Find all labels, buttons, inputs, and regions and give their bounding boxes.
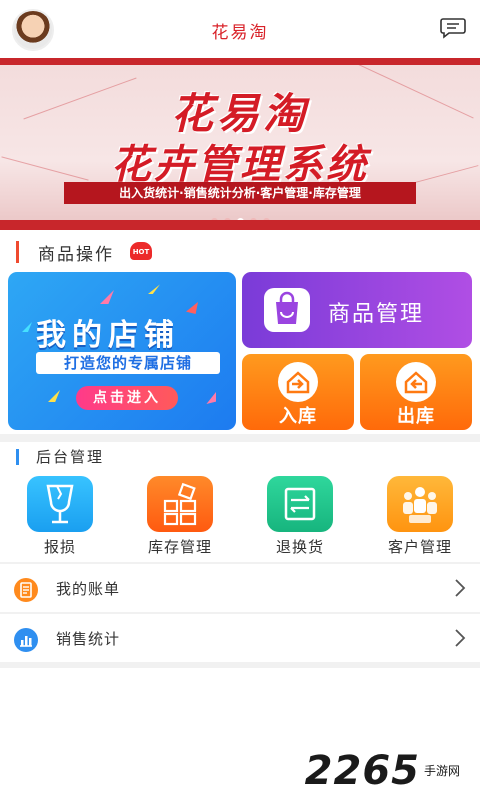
broken-glass-icon bbox=[27, 476, 93, 532]
chevron-right-icon bbox=[455, 579, 466, 597]
tool-returns[interactable]: 退换货 bbox=[254, 476, 346, 560]
exchange-icon bbox=[267, 476, 333, 532]
stock-in-icon bbox=[278, 362, 318, 402]
site-watermark: 2265 手游网 bbox=[305, 748, 472, 794]
list-item-label: 我的账单 bbox=[56, 580, 121, 598]
list-item-label: 销售统计 bbox=[56, 630, 121, 648]
tool-label: 报损 bbox=[43, 538, 76, 556]
store-card-title: 我的店铺 bbox=[36, 318, 180, 353]
grid-boxes-icon bbox=[147, 476, 213, 532]
watermark-text: 手游网 bbox=[424, 764, 461, 778]
tool-label: 客户管理 bbox=[387, 538, 452, 556]
section-title: 后台管理 bbox=[36, 448, 105, 466]
list-item-sales-stats[interactable]: 销售统计 bbox=[0, 614, 480, 662]
stock-out-card[interactable]: 出库 bbox=[360, 354, 472, 430]
people-icon bbox=[387, 476, 453, 532]
section-divider bbox=[0, 434, 480, 442]
shopping-bag-icon bbox=[264, 288, 310, 332]
app-title: 花易淘 bbox=[211, 23, 269, 43]
confetti-decoration bbox=[206, 392, 216, 404]
stock-out-label: 出库 bbox=[397, 406, 435, 427]
app-header: 花易淘 bbox=[0, 0, 480, 58]
tool-report-loss[interactable]: 报损 bbox=[14, 476, 106, 560]
banner-carousel[interactable]: 花易淘 花卉管理系统 出入货统计·销售统计分析·客户管理·库存管理 bbox=[0, 58, 480, 230]
confetti-decoration bbox=[148, 284, 160, 294]
hot-badge: HOT bbox=[130, 242, 152, 260]
section-marker bbox=[16, 449, 19, 465]
chevron-right-icon bbox=[455, 629, 466, 647]
enter-store-button[interactable]: 点击进入 bbox=[76, 386, 178, 410]
bill-icon bbox=[14, 578, 38, 602]
store-card-subtitle: 打造您的专属店铺 bbox=[36, 352, 220, 374]
stats-icon bbox=[14, 628, 38, 652]
tool-label: 库存管理 bbox=[147, 538, 212, 556]
banner-feature-strip: 出入货统计·销售统计分析·客户管理·库存管理 bbox=[64, 182, 416, 204]
tool-customers[interactable]: 客户管理 bbox=[374, 476, 466, 560]
confetti-decoration bbox=[100, 290, 114, 304]
confetti-decoration bbox=[48, 390, 60, 402]
tool-inventory[interactable]: 库存管理 bbox=[134, 476, 226, 560]
list-item-my-bills[interactable]: 我的账单 bbox=[0, 564, 480, 612]
confetti-decoration bbox=[22, 322, 32, 332]
goods-management-card[interactable]: 商品管理 bbox=[242, 272, 472, 348]
tool-label: 退换货 bbox=[275, 538, 324, 556]
backend-section-header: 后台管理 bbox=[0, 444, 480, 474]
my-store-card[interactable]: 我的店铺 打造您的专属店铺 点击进入 bbox=[8, 272, 236, 430]
stock-in-card[interactable]: 入库 bbox=[242, 354, 354, 430]
stock-in-label: 入库 bbox=[279, 406, 317, 427]
goods-management-label: 商品管理 bbox=[328, 302, 425, 327]
banner-bottom-strip bbox=[0, 220, 480, 230]
section-marker bbox=[16, 241, 19, 263]
stock-out-icon bbox=[396, 362, 436, 402]
products-section-header: 商品操作 HOT bbox=[0, 236, 480, 266]
confetti-decoration bbox=[186, 302, 198, 314]
chat-bubble-icon[interactable] bbox=[440, 17, 466, 39]
section-divider bbox=[0, 662, 480, 668]
watermark-number: 2265 bbox=[304, 748, 420, 794]
section-title: 商品操作 bbox=[38, 245, 114, 265]
